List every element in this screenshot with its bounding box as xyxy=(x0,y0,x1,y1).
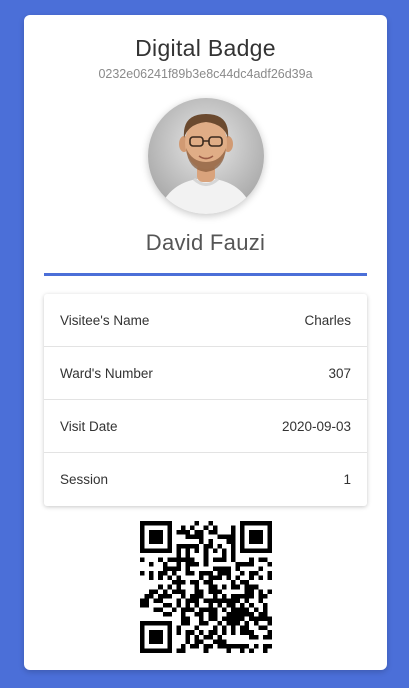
detail-row-session: Session 1 xyxy=(44,453,367,506)
badge-title: Digital Badge xyxy=(135,35,276,61)
detail-row-visit-date: Visit Date 2020-09-03 xyxy=(44,400,367,453)
qr-code-image xyxy=(140,521,272,653)
avatar-photo xyxy=(148,98,264,214)
detail-row-visitee: Visitee's Name Charles xyxy=(44,294,367,347)
detail-label: Ward's Number xyxy=(60,365,153,381)
detail-label: Session xyxy=(60,472,109,487)
accent-divider xyxy=(44,273,367,276)
detail-value: 2020-09-03 xyxy=(281,418,351,434)
visitor-name: David Fauzi xyxy=(145,230,266,255)
avatar xyxy=(148,98,264,214)
qr-code xyxy=(140,521,272,653)
details-table: Visitee's Name Charles Ward's Number 307… xyxy=(44,294,367,506)
detail-label: Visit Date xyxy=(60,418,118,434)
badge-card: Digital Badge 0232e06241f89b3e8c44dc4adf… xyxy=(24,15,387,670)
detail-row-ward: Ward's Number 307 xyxy=(44,347,367,400)
detail-label: Visitee's Name xyxy=(60,312,150,328)
detail-value: 307 xyxy=(328,365,351,381)
detail-value: 1 xyxy=(343,472,351,487)
detail-value: Charles xyxy=(304,312,351,328)
badge-id: 0232e06241f89b3e8c44dc4adf26d39a xyxy=(98,67,313,81)
